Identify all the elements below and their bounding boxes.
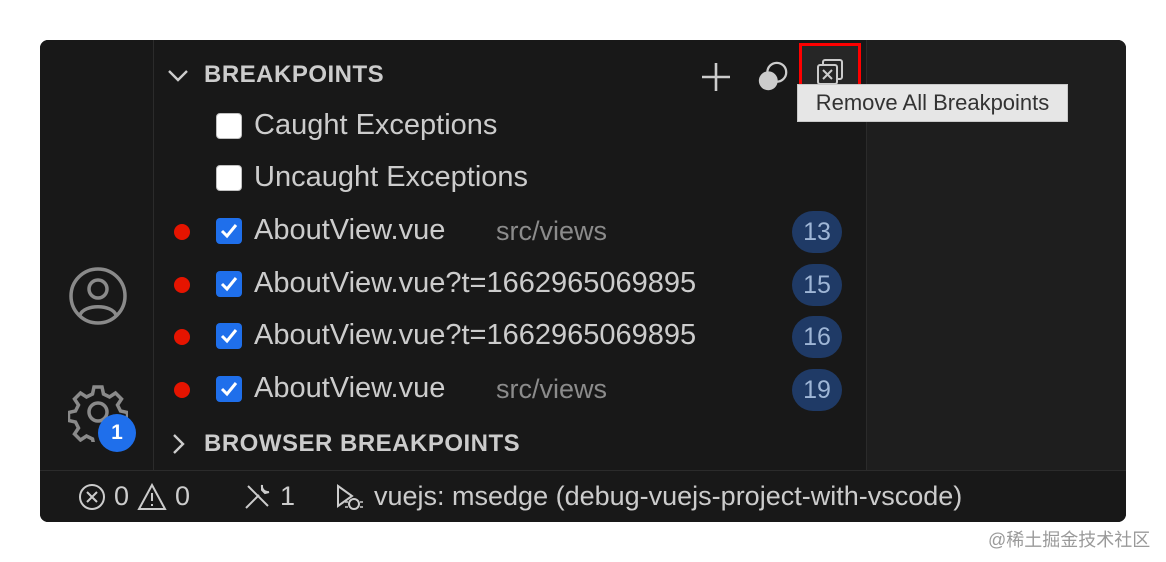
status-bar: 0 0 1 vuejs: msedge (debug-vuejs-project… — [40, 470, 1126, 522]
breakpoint-row[interactable]: AboutView.vue src/views 19 — [154, 364, 866, 416]
breakpoint-checkbox[interactable] — [216, 218, 242, 244]
breakpoint-dot-icon — [174, 277, 190, 293]
list-item-label: Caught Exceptions — [254, 109, 498, 141]
browser-breakpoints-title: BROWSER BREAKPOINTS — [204, 430, 521, 457]
line-number-badge: 16 — [792, 316, 842, 358]
line-number-badge: 13 — [792, 211, 842, 253]
browser-breakpoints-section-header[interactable]: BROWSER BREAKPOINTS — [154, 419, 866, 469]
list-item-label: Uncaught Exceptions — [254, 161, 529, 193]
breakpoint-checkbox[interactable] — [216, 271, 242, 297]
ports-count: 1 — [280, 481, 296, 511]
breakpoints-section-header[interactable]: BREAKPOINTS — [154, 50, 866, 100]
breakpoint-row[interactable]: AboutView.vue?t=1662965069895 16 — [154, 311, 866, 363]
add-icon — [702, 63, 730, 91]
breakpoint-dot-icon — [174, 382, 190, 398]
accounts-icon[interactable] — [68, 266, 128, 326]
breakpoint-dot-icon — [174, 224, 190, 240]
toggle-breakpoints-icon — [758, 61, 788, 91]
chevron-down-icon — [166, 63, 190, 87]
debug-session-label: vuejs: msedge (debug-vuejs-project-with-… — [374, 481, 963, 511]
breakpoint-row[interactable]: AboutView.vue?t=1662965069895 15 — [154, 259, 866, 311]
error-count: 0 — [114, 481, 130, 511]
breakpoint-checkbox[interactable] — [216, 376, 242, 402]
chevron-right-icon — [166, 432, 190, 456]
list-item-uncaught-exceptions[interactable]: Uncaught Exceptions — [154, 153, 866, 205]
problems-status[interactable]: 0 0 — [78, 481, 190, 512]
debug-session-status[interactable]: vuejs: msedge (debug-vuejs-project-with-… — [334, 481, 962, 512]
remove-all-icon — [817, 59, 843, 85]
breakpoint-checkbox[interactable] — [216, 323, 242, 349]
breakpoint-dot-icon — [174, 329, 190, 345]
breakpoint-file: AboutView.vue — [254, 214, 446, 246]
watermark: @稀土掘金技术社区 — [988, 530, 1151, 550]
breakpoint-file: AboutView.vue?t=1662965069895 — [254, 267, 697, 299]
error-icon — [79, 483, 105, 510]
line-number-badge: 15 — [792, 264, 842, 306]
add-breakpoint-button[interactable] — [699, 60, 733, 94]
debug-bug-icon — [337, 483, 363, 510]
breakpoint-row[interactable]: AboutView.vue src/views 13 — [154, 206, 866, 258]
caught-exceptions-checkbox[interactable] — [216, 113, 242, 139]
breakpoint-path: src/views — [496, 216, 608, 246]
ports-status[interactable]: 1 — [242, 481, 295, 512]
tools-icon — [245, 484, 270, 509]
warning-count: 0 — [175, 481, 191, 511]
breakpoint-path: src/views — [496, 374, 608, 404]
list-item-caught-exceptions[interactable]: Caught Exceptions — [154, 101, 866, 153]
tooltip: Remove All Breakpoints — [797, 84, 1068, 122]
breakpoint-file: AboutView.vue?t=1662965069895 — [254, 319, 697, 351]
breakpoints-panel: BREAKPOINTS Caught Exceptions Uncaught E… — [154, 40, 866, 470]
breakpoints-title: BREAKPOINTS — [204, 61, 385, 88]
uncaught-exceptions-checkbox[interactable] — [216, 165, 242, 191]
activity-bar: 1 — [40, 40, 154, 470]
line-number-badge: 19 — [792, 369, 842, 411]
warning-icon — [137, 482, 167, 510]
settings-badge: 1 — [98, 414, 136, 452]
toggle-breakpoints-button[interactable] — [756, 60, 790, 94]
breakpoint-file: AboutView.vue — [254, 372, 446, 404]
